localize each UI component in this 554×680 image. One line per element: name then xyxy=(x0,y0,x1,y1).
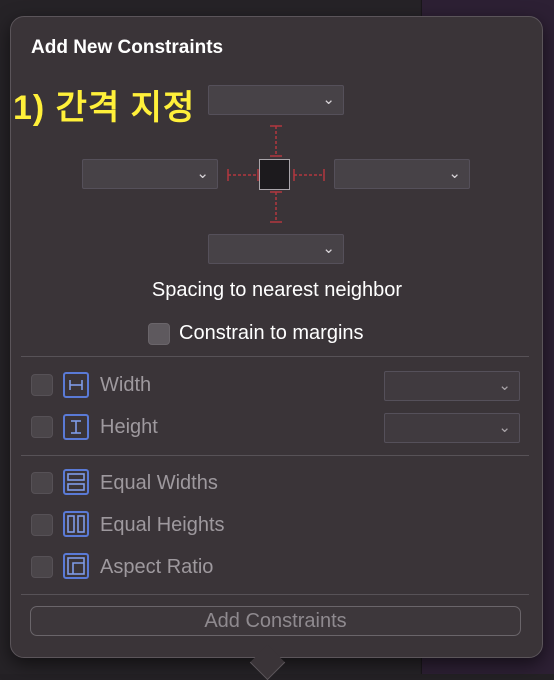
aspect-ratio-checkbox[interactable] xyxy=(31,556,53,578)
equal-heights-checkbox[interactable] xyxy=(31,514,53,536)
chevron-down-icon: ⌄ xyxy=(322,239,335,257)
divider xyxy=(21,594,529,595)
width-checkbox[interactable] xyxy=(31,374,53,396)
annotation-label: 1) 간격 지정 xyxy=(13,89,196,127)
constrain-margins-checkbox[interactable] xyxy=(148,323,170,345)
selected-view-square xyxy=(259,159,290,190)
width-icon xyxy=(63,372,89,398)
spacing-label: Spacing to nearest neighbor xyxy=(151,279,403,301)
width-label: Width xyxy=(100,374,152,396)
height-dropdown[interactable]: ⌄ xyxy=(384,413,520,443)
bottom-spacing-dropdown[interactable]: ⌄ xyxy=(208,234,344,264)
top-spacing-dropdown[interactable]: ⌄ xyxy=(208,85,344,115)
chevron-down-icon: ⌄ xyxy=(322,90,335,108)
height-icon xyxy=(63,414,89,440)
right-spacing-dropdown[interactable]: ⌄ xyxy=(334,159,470,189)
aspect-ratio-label: Aspect Ratio xyxy=(100,556,214,578)
height-label: Height xyxy=(100,416,158,438)
equal-heights-icon xyxy=(63,511,89,537)
constrain-margins-label: Constrain to margins xyxy=(179,322,364,344)
chevron-down-icon: ⌄ xyxy=(196,164,209,182)
divider xyxy=(21,356,529,357)
height-checkbox[interactable] xyxy=(31,416,53,438)
equal-heights-label: Equal Heights xyxy=(100,514,225,536)
left-spacing-dropdown[interactable]: ⌄ xyxy=(82,159,218,189)
divider xyxy=(21,455,529,456)
chevron-down-icon: ⌄ xyxy=(448,164,461,182)
chevron-down-icon: ⌄ xyxy=(498,376,511,394)
equal-widths-checkbox[interactable] xyxy=(31,472,53,494)
equal-widths-label: Equal Widths xyxy=(100,472,218,494)
add-constraints-button[interactable]: Add Constraints xyxy=(30,606,521,636)
chevron-down-icon: ⌄ xyxy=(498,418,511,436)
aspect-ratio-icon xyxy=(63,553,89,579)
popover-title: Add New Constraints xyxy=(31,37,224,58)
width-dropdown[interactable]: ⌄ xyxy=(384,371,520,401)
equal-widths-icon xyxy=(63,469,89,495)
